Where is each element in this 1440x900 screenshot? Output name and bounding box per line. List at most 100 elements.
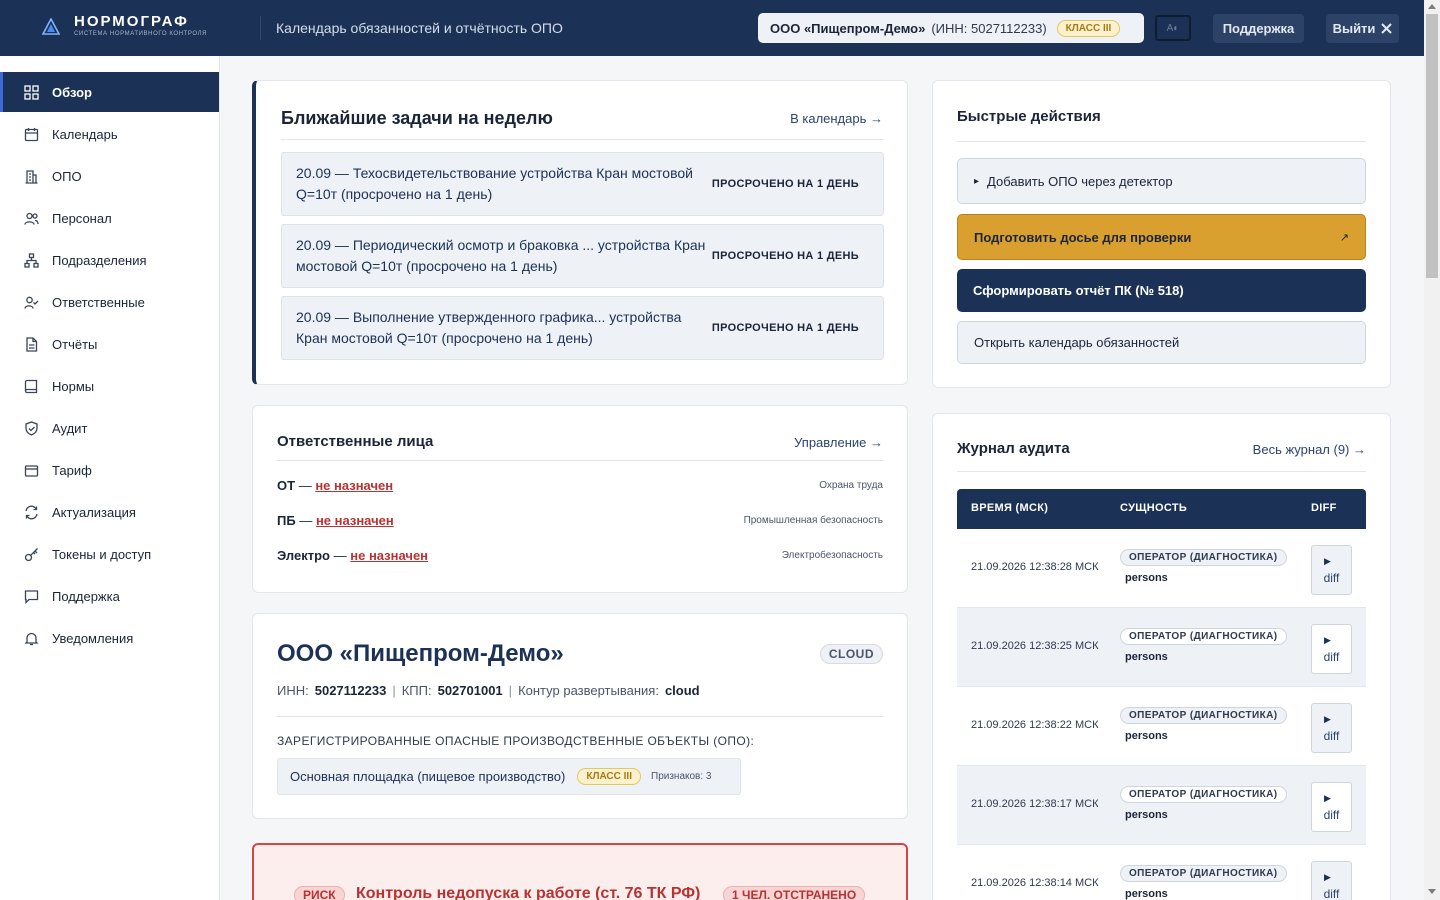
open-calendar-label: Открыть календарь обязанностей [974,335,1180,350]
shield-icon [24,420,39,436]
diff-button[interactable]: ▶ diff [1311,545,1352,595]
contrast-toggle-button[interactable]: A◐ [1155,15,1191,41]
audit-time: 21.09.2026 12:38:14 МСК [971,877,1099,889]
column-header-diff: DIFF [1311,502,1337,514]
divider [277,716,883,717]
grid-icon [24,84,39,100]
sidebar-item-personnel[interactable]: Персонал [0,198,219,238]
sidebar-item-label: Актуализация [52,504,136,520]
responsible-dash: — [333,547,347,563]
responsible-row: Электро — не назначен Электробезопасност… [277,546,883,564]
prepare-dossier-label: Подготовить досье для проверки [974,229,1192,245]
manage-responsible-link[interactable]: Управление → [794,435,883,450]
task-item[interactable]: 20.09 — Периодический осмотр и браковка … [281,224,884,288]
kpp-value: 502701001 [437,683,503,698]
prepare-dossier-button[interactable]: Подготовить досье для проверки ↗ [957,214,1366,260]
sidebar-item-overview[interactable]: Обзор [0,72,219,112]
sidebar-item-calendar[interactable]: Календарь [0,114,219,154]
audit-time: 21.09.2026 12:38:28 МСК [971,561,1099,573]
logo[interactable]: НОРМОГРАФ система нормативного контроля [42,14,207,39]
sidebar-item-actualization[interactable]: Актуализация [0,492,219,532]
actor-badge: ОПЕРАТОР (ДИАГНОСТИКА) [1120,707,1287,724]
support-button[interactable]: Поддержка [1213,14,1304,43]
not-assigned-link[interactable]: не назначен [315,478,393,493]
responsible-area: Охрана труда [819,479,883,491]
table-row: 21.09.2026 12:38:22 МСК ОПЕРАТОР (ДИАГНО… [957,687,1366,766]
to-calendar-link[interactable]: В календарь → [790,111,883,126]
actor-badge: ОПЕРАТОР (ДИАГНОСТИКА) [1120,549,1287,566]
sidebar-item-audit[interactable]: Аудит [0,408,219,448]
sidebar-item-notifications[interactable]: Уведомления [0,618,219,658]
org-class-badge: КЛАСС III [1056,19,1121,37]
bell-icon [24,631,39,646]
not-assigned-link[interactable]: не назначен [350,548,428,563]
header-divider [260,16,261,40]
divider [957,471,1366,472]
sidebar-item-support[interactable]: Поддержка [0,576,219,616]
sidebar-item-tokens[interactable]: Токены и доступ [0,534,219,574]
scroll-up-arrow-icon[interactable] [1428,4,1436,9]
risk-title: Контроль недопуска к работе (ст. 76 ТК Р… [356,885,701,900]
triangle-right-icon: ▸ [974,175,980,187]
actor-badge: ОПЕРАТОР (ДИАГНОСТИКА) [1120,786,1287,803]
task-status: ПРОСРОЧЕНО НА 1 ДЕНЬ [711,178,859,190]
user-check-icon [24,295,39,310]
full-journal-link[interactable]: Весь журнал (9) → [1253,442,1366,457]
risk-count-badge: 1 ЧЕЛ. ОТСТРАНЕНО [723,886,866,900]
meta-separator: | [392,683,396,698]
scroll-down-arrow-icon[interactable] [1428,889,1436,894]
column-header-time: ВРЕМЯ (МСК) [971,502,1049,514]
book-icon [24,379,39,394]
organization-name: ООО «Пищепром-Демо» [277,640,564,667]
logo-subtitle: система нормативного контроля [74,31,208,37]
opo-signs: Признаков: 3 [651,771,712,782]
divider [957,141,1366,142]
diff-label: diff [1323,729,1340,743]
diff-label: diff [1323,650,1340,664]
sidebar-item-responsible[interactable]: Ответственные [0,282,219,322]
diff-button[interactable]: ▶ diff [1311,782,1352,832]
sidebar-item-label: Ответственные [52,294,145,310]
task-status: ПРОСРОЧЕНО НА 1 ДЕНЬ [711,322,859,334]
org-selector[interactable]: ООО «Пищепром-Демо» (ИНН: 5027112233) КЛ… [758,13,1144,43]
sidebar-item-norms[interactable]: Нормы [0,366,219,406]
divider [277,460,883,461]
sidebar-item-label: Поддержка [52,588,120,604]
actor-badge: ОПЕРАТОР (ДИАГНОСТИКА) [1120,628,1287,645]
sidebar-item-departments[interactable]: Подразделения [0,240,219,280]
generate-report-label: Сформировать отчёт ПК (№ 518) [973,283,1184,298]
scroll-thumb[interactable] [1426,14,1438,278]
people-icon [24,211,39,226]
exit-button[interactable]: Выйти [1326,14,1399,43]
opo-item[interactable]: Основная площадка (пищевое производство)… [277,758,741,795]
audit-entity: persons [1125,651,1168,663]
open-calendar-button[interactable]: Открыть календарь обязанностей [957,321,1366,364]
sidebar-item-label: Уведомления [52,630,134,646]
diff-button[interactable]: ▶ diff [1311,624,1352,674]
diff-button[interactable]: ▶ diff [1311,861,1352,900]
generate-report-button[interactable]: Сформировать отчёт ПК (№ 518) [957,269,1366,312]
sidebar-item-label: ОПО [52,168,82,184]
add-opo-detector-button[interactable]: ▸ Добавить ОПО через детектор [957,158,1366,204]
audit-entity: persons [1125,572,1168,584]
task-item[interactable]: 20.09 — Выполнение утвержденного графика… [281,296,884,360]
sidebar-item-reports[interactable]: Отчёты [0,324,219,364]
task-item[interactable]: 20.09 — Техосвидетельствование устройств… [281,152,884,216]
table-row: 21.09.2026 12:38:25 МСК ОПЕРАТОР (ДИАГНО… [957,608,1366,687]
responsible-persons-card: Ответственные лица Управление → ОТ — не … [252,405,908,593]
chat-icon [24,589,39,604]
task-text: 20.09 — Выполнение утвержденного графика… [296,309,682,346]
sidebar-item-opo[interactable]: ОПО [0,156,219,196]
audit-entity: persons [1125,888,1168,900]
top-bar: НОРМОГРАФ система нормативного контроля … [0,0,1424,56]
responsible-dash: — [299,512,313,528]
page-scrollbar[interactable] [1424,0,1440,900]
not-assigned-link[interactable]: не назначен [316,513,394,528]
audit-time: 21.09.2026 12:38:17 МСК [971,798,1099,810]
diff-button[interactable]: ▶ diff [1311,703,1352,753]
key-icon [24,547,39,562]
sidebar-item-tariff[interactable]: Тариф [0,450,219,490]
sidebar: Обзор Календарь ОПО Персонал Подразделен… [0,56,220,900]
close-icon [1381,23,1393,34]
triangle-right-icon: ▶ [1324,556,1331,566]
